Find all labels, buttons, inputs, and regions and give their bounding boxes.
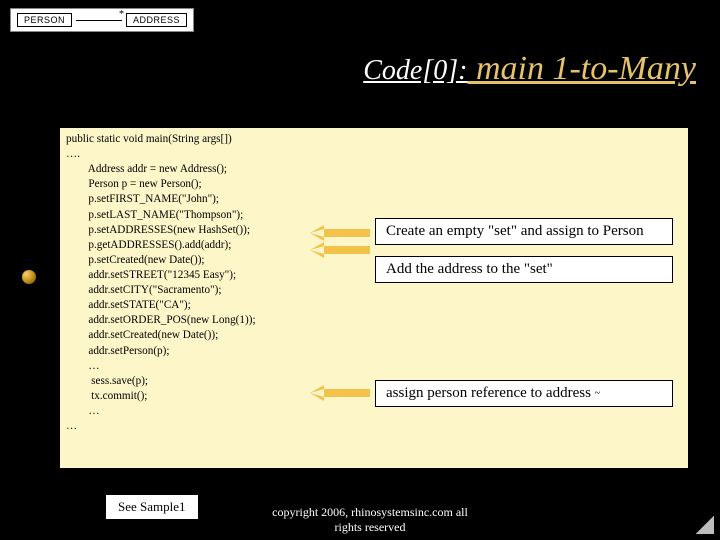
copyright-text: copyright 2006, rhinosystemsinc.com all … xyxy=(260,505,480,534)
title-main: main 1-to-Many xyxy=(467,50,696,87)
slide-title: Code[0]: main 1-to-Many xyxy=(363,50,696,88)
annotation-text: assign person reference to address xyxy=(386,385,595,401)
arrow-icon xyxy=(310,385,370,401)
erd-diagram: PERSON * ADDRESS xyxy=(10,8,194,32)
code-block: public static void main(String args[]) …… xyxy=(60,128,688,468)
annotation-assign-person: assign person reference to address ~ xyxy=(375,380,673,407)
annotation-create-set: Create an empty "set" and assign to Pers… xyxy=(375,218,673,245)
erd-entity-address: ADDRESS xyxy=(126,13,187,27)
see-sample-button[interactable]: See Sample1 xyxy=(105,494,199,520)
erd-relation-line: * xyxy=(76,15,122,25)
annotation-tilde: ~ xyxy=(595,388,600,399)
arrow-icon xyxy=(310,225,370,241)
annotation-add-address: Add the address to the "set" xyxy=(375,256,673,283)
bullet-icon xyxy=(22,270,36,284)
erd-cardinality: * xyxy=(119,9,124,20)
title-prefix: Code[0]: xyxy=(363,55,467,86)
erd-entity-person: PERSON xyxy=(17,13,72,27)
arrow-icon xyxy=(310,242,370,258)
page-corner-icon xyxy=(696,516,714,534)
